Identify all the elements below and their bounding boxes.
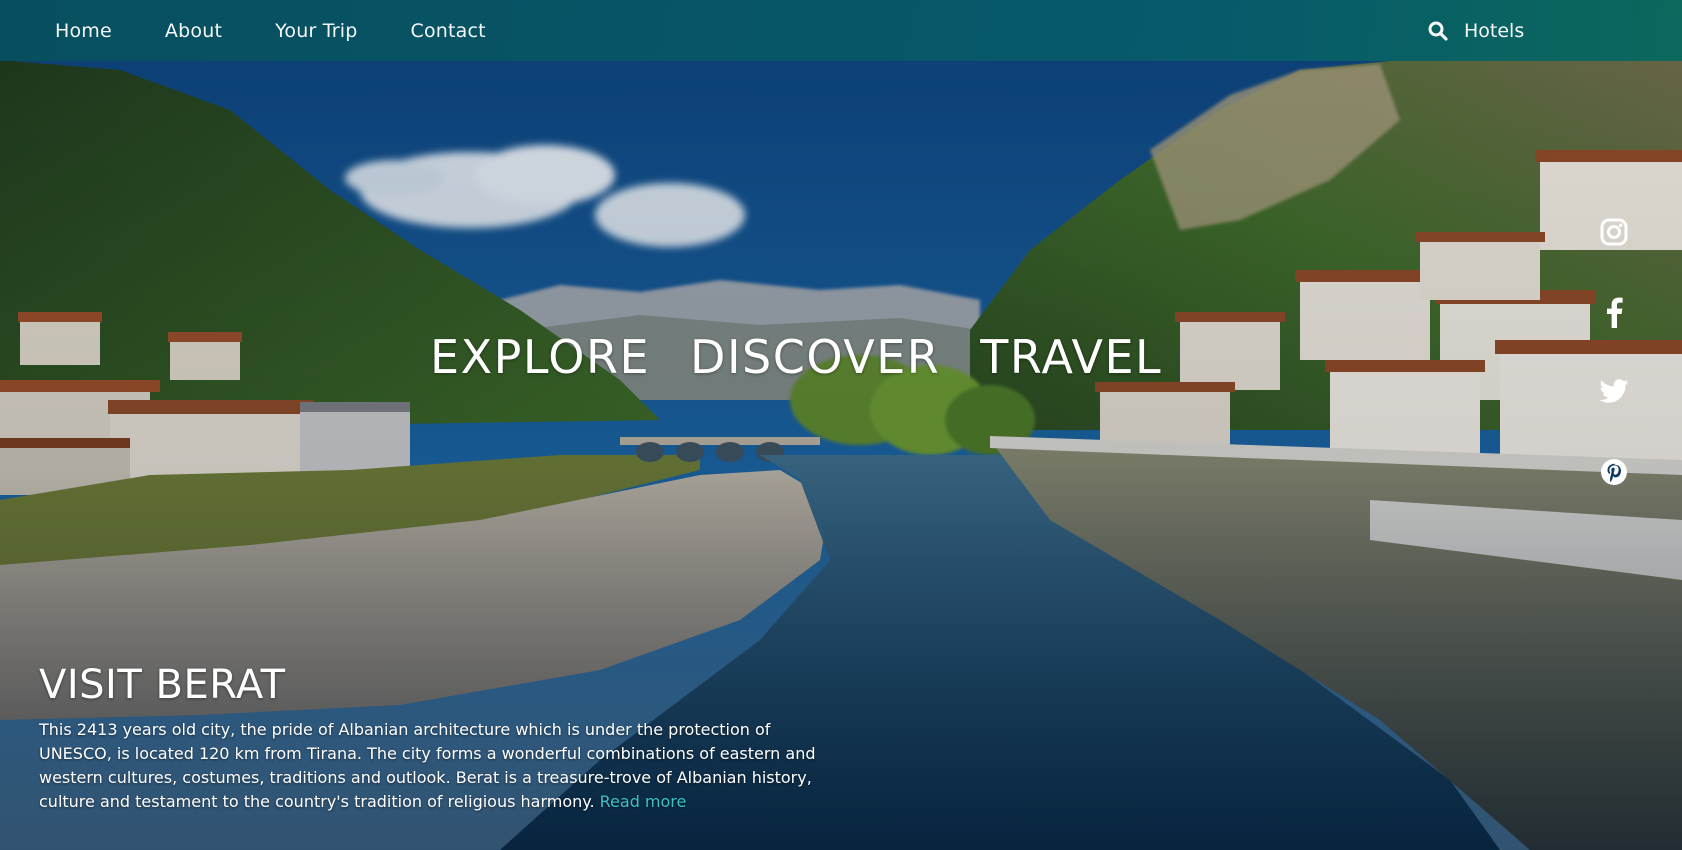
search-icon[interactable] [1428, 21, 1448, 41]
nav-links: Home About Your Trip Contact [55, 0, 539, 61]
visit-title: VISIT BERAT [39, 662, 286, 708]
nav-link-about[interactable]: About [165, 20, 222, 42]
twitter-link[interactable] [1598, 376, 1630, 408]
social-links [1598, 216, 1630, 536]
headline-word-explore: EXPLORE [430, 330, 651, 384]
nav-link-your-trip[interactable]: Your Trip [275, 20, 357, 42]
twitter-icon [1599, 379, 1629, 403]
visit-berat-section: VISIT BERAT This 2413 years old city, th… [39, 662, 839, 814]
top-navbar: Home About Your Trip Contact Hotels [0, 0, 1682, 61]
nav-link-home[interactable]: Home [55, 20, 112, 42]
facebook-icon [1607, 297, 1623, 328]
headline-word-discover: DISCOVER [690, 330, 941, 384]
visit-body-text: This 2413 years old city, the pride of A… [39, 720, 816, 811]
nav-right: Hotels [1428, 0, 1524, 61]
nav-link-hotels[interactable]: Hotels [1464, 20, 1524, 42]
nav-link-contact[interactable]: Contact [410, 20, 485, 42]
pinterest-link[interactable] [1598, 456, 1630, 488]
headline-word-travel: TRAVEL [980, 330, 1163, 384]
read-more-link[interactable]: Read more [600, 792, 687, 811]
instagram-icon [1600, 218, 1628, 246]
facebook-link[interactable] [1598, 296, 1630, 328]
hero-headline: EXPLORE DISCOVER TRAVEL [430, 330, 1161, 384]
instagram-link[interactable] [1598, 216, 1630, 248]
visit-description: This 2413 years old city, the pride of A… [39, 718, 839, 814]
pinterest-icon [1601, 459, 1627, 485]
